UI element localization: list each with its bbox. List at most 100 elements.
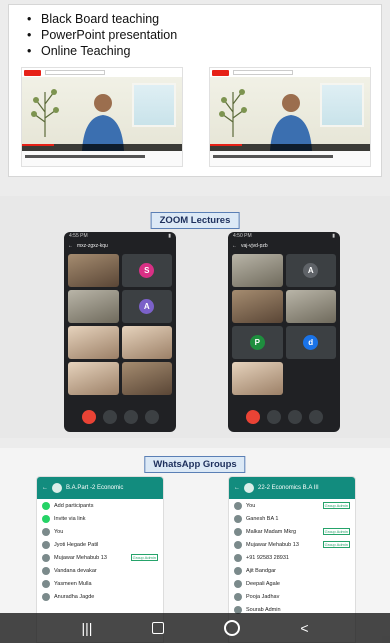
video-controls-bar[interactable] <box>22 144 182 151</box>
youtube-video-card[interactable] <box>209 67 371 167</box>
participant-avatar: d <box>303 335 319 350</box>
contact-name: Ajit Bandgar <box>246 567 276 574</box>
end-call-button[interactable] <box>81 410 96 424</box>
participant-tile[interactable] <box>68 326 119 359</box>
meeting-screenshot-right: 4:50 PM ▮ ← vaj-vjvd-pzb A Pd <box>228 232 340 432</box>
participant-tile[interactable]: A <box>121 290 172 323</box>
participant-row[interactable]: Mujawar Mehabub 13 Group Admin <box>229 538 355 551</box>
participant-tile[interactable]: P <box>232 326 283 359</box>
contact-name: Vandana devakar <box>54 567 97 574</box>
admin-badge: Group Admin <box>322 502 350 509</box>
participant-tile[interactable] <box>68 362 119 395</box>
participant-row[interactable]: Invite via link <box>37 512 163 525</box>
youtube-logo-icon <box>212 69 229 76</box>
participant-tile[interactable] <box>232 362 283 395</box>
group-avatar <box>244 483 254 493</box>
contact-avatar <box>234 501 242 510</box>
participant-row[interactable]: Anuradha Jagde <box>37 590 163 603</box>
contact-avatar <box>42 579 50 588</box>
participant-row[interactable]: Deepali Agale <box>229 577 355 590</box>
contact-name: Anuradha Jagde <box>54 593 95 600</box>
participant-row[interactable]: Add participants <box>37 499 163 512</box>
participant-tile[interactable] <box>68 254 119 287</box>
admin-badge: Group Admin <box>130 554 158 561</box>
contact-avatar <box>42 527 50 536</box>
recents-icon[interactable] <box>152 622 165 634</box>
participant-tile[interactable] <box>68 290 119 323</box>
teaching-methods-panel: Black Board teaching PowerPoint presenta… <box>8 4 382 177</box>
participant-tile[interactable] <box>121 362 172 395</box>
contact-name: Mujawar Mehabub 13 <box>54 554 107 561</box>
video-thumbnail[interactable] <box>210 77 370 151</box>
presenter-figure <box>270 94 312 151</box>
contact-avatar <box>234 514 242 523</box>
contact-avatar <box>42 592 50 601</box>
back-arrow-icon[interactable]: ← <box>232 243 237 249</box>
participant-tile[interactable]: A <box>285 254 336 287</box>
youtube-video-card[interactable] <box>21 67 183 167</box>
contact-avatar <box>234 540 242 549</box>
back-arrow-icon[interactable]: ← <box>234 485 240 491</box>
more-options-button[interactable] <box>144 410 159 424</box>
video-title <box>210 151 370 164</box>
contact-name: Pooja Jadhav <box>246 593 280 600</box>
contact-name: Jyoti Hegade Patil <box>54 541 99 548</box>
participant-row[interactable]: Ganesh BA 1 <box>229 512 355 525</box>
participant-row[interactable]: Jyoti Hegade Patil <box>37 538 163 551</box>
meeting-screenshot-left: 4:55 PM ▮ ← mxz-zgxz-kqu SA <box>64 232 176 432</box>
video-title <box>22 151 182 164</box>
group-avatar <box>52 483 62 493</box>
participant-tile[interactable]: d <box>285 326 336 359</box>
status-time: 4:55 PM <box>69 233 88 239</box>
video-controls-bar[interactable] <box>210 144 370 151</box>
more-options-button[interactable] <box>308 410 323 424</box>
meeting-code: vaj-vjvd-pzb <box>241 242 268 249</box>
video-thumbnail[interactable] <box>22 77 182 151</box>
group-name: 22-2 Economics B.A III <box>258 485 319 491</box>
presenter-figure <box>82 94 124 151</box>
contact-avatar <box>42 514 50 523</box>
participant-tile[interactable] <box>232 254 283 287</box>
contact-avatar <box>42 566 50 575</box>
participant-row[interactable]: Yasmeen Mulla <box>37 577 163 590</box>
zoom-section-title: ZOOM Lectures <box>150 212 240 229</box>
contact-name: +91 92583 28931 <box>246 554 289 561</box>
contact-name: You <box>246 502 256 509</box>
meeting-code: mxz-zgxz-kqu <box>77 242 108 249</box>
back-arrow-icon[interactable]: ← <box>42 485 48 491</box>
participant-tile[interactable] <box>121 326 172 359</box>
youtube-search-input[interactable] <box>233 70 293 75</box>
participant-grid: A Pd <box>232 254 336 395</box>
back-arrow-icon[interactable]: ← <box>68 243 73 249</box>
participant-tile[interactable] <box>285 290 336 323</box>
mic-toggle-button[interactable] <box>123 410 138 424</box>
call-controls <box>64 410 176 424</box>
method-item: PowerPoint presentation <box>27 27 177 43</box>
participant-row[interactable]: Vandana devakar <box>37 564 163 577</box>
participant-row[interactable]: Pooja Jadhav <box>229 590 355 603</box>
menu-lines-icon[interactable]: ||| <box>81 620 92 636</box>
end-call-button[interactable] <box>245 410 260 424</box>
android-navigation-bar: ||| < <box>0 613 390 643</box>
participant-row[interactable]: You Group Admin <box>229 499 355 512</box>
contact-avatar <box>234 527 242 536</box>
participant-tile[interactable]: S <box>121 254 172 287</box>
youtube-search-input[interactable] <box>45 70 105 75</box>
participant-row[interactable]: You <box>37 525 163 538</box>
admin-badge: Group Admin <box>322 541 350 548</box>
camera-toggle-button[interactable] <box>102 410 117 424</box>
status-time: 4:50 PM <box>233 233 252 239</box>
method-item: Online Teaching <box>27 43 177 59</box>
plant-decoration-icon <box>219 89 247 137</box>
participant-tile[interactable] <box>232 290 283 323</box>
back-icon[interactable]: < <box>300 620 308 636</box>
participant-avatar: P <box>249 335 265 350</box>
participant-row[interactable]: Ajit Bandgar <box>229 564 355 577</box>
mic-toggle-button[interactable] <box>287 410 302 424</box>
battery-icon: ▮ <box>168 233 171 239</box>
camera-toggle-button[interactable] <box>266 410 281 424</box>
participant-row[interactable]: Mujawar Mehabub 13 Group Admin <box>37 551 163 564</box>
participant-row[interactable]: +91 92583 28931 <box>229 551 355 564</box>
participant-row[interactable]: Malkar Madam Mkrg Group Admin <box>229 525 355 538</box>
home-icon[interactable] <box>224 620 241 636</box>
